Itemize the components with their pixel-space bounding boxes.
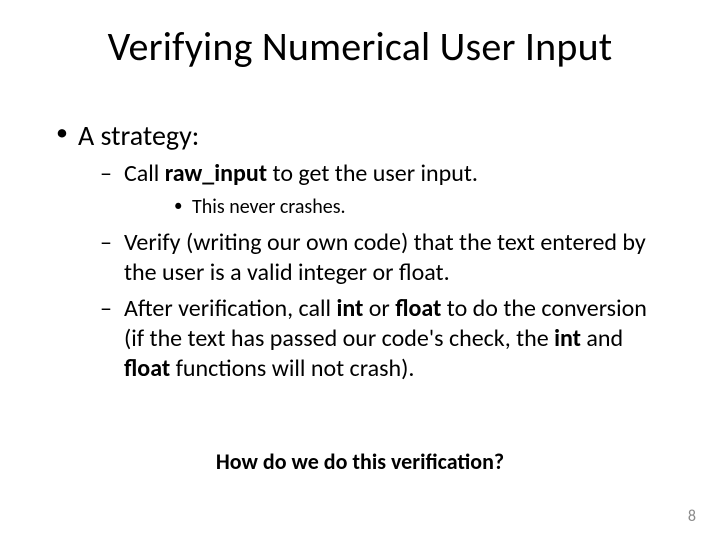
code-int: int xyxy=(336,294,363,323)
text: and xyxy=(581,324,623,353)
slide-body: A strategy: Call raw_input to get the us… xyxy=(52,118,672,392)
bullet-l2-call-rawinput: Call raw_input to get the user input. Th… xyxy=(78,159,672,220)
slide: Verifying Numerical User Input A strateg… xyxy=(0,0,720,540)
bullet-l1: A strategy: Call raw_input to get the us… xyxy=(52,118,672,384)
text: to get the user input. xyxy=(267,159,478,188)
bullet-l1-text: A strategy: xyxy=(78,118,199,153)
text: Verify (writing our own code) that the t… xyxy=(124,228,646,287)
text: This never crashes. xyxy=(192,195,346,219)
bullet-l2-after-verification: After verification, call int or float to… xyxy=(78,294,672,384)
bullet-l2-verify: Verify (writing our own code) that the t… xyxy=(78,228,672,288)
closing-question: How do we do this verification? xyxy=(0,448,720,475)
page-number: 8 xyxy=(688,507,696,526)
code-float: float xyxy=(395,294,441,323)
code-rawinput: raw_input xyxy=(165,159,267,188)
text: functions will not crash). xyxy=(170,354,414,383)
slide-title: Verifying Numerical User Input xyxy=(0,22,720,71)
bullet-l3-never-crashes: This never crashes. xyxy=(124,195,672,220)
text: or xyxy=(363,294,395,323)
code-int: int xyxy=(554,324,581,353)
text: After verification, call xyxy=(124,294,336,323)
code-float: float xyxy=(124,354,170,383)
text: Call xyxy=(124,159,165,188)
